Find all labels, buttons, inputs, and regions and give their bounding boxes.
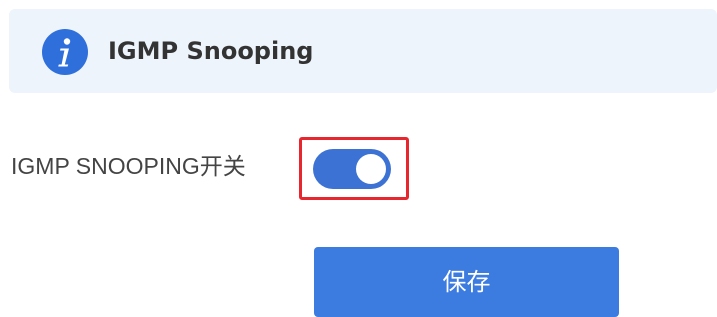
toggle-knob bbox=[356, 154, 386, 184]
banner-title: IGMP Snooping bbox=[108, 37, 314, 65]
info-banner: IGMP Snooping bbox=[9, 9, 717, 93]
igmp-snooping-toggle-label: IGMP SNOOPING开关 bbox=[11, 153, 246, 179]
save-button[interactable]: 保存 bbox=[314, 247, 619, 317]
info-icon bbox=[42, 29, 88, 75]
igmp-snooping-toggle[interactable] bbox=[313, 149, 391, 189]
